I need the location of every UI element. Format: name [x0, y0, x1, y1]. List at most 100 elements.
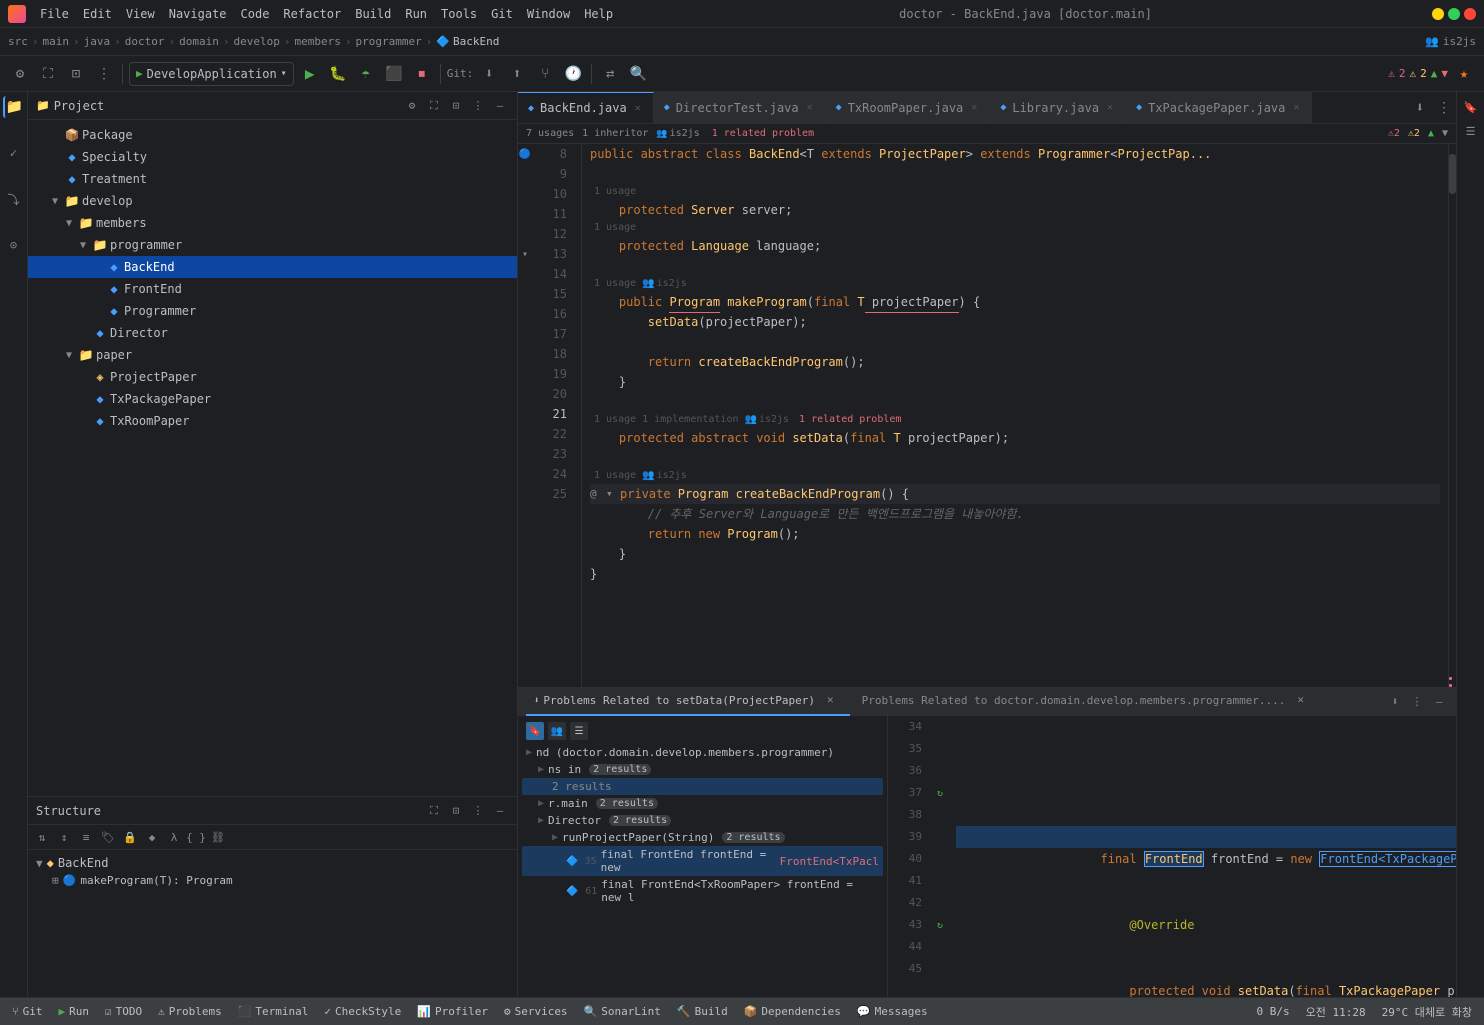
find-item-35[interactable]: 🔷 35 final FrontEnd frontEnd = new Front… — [522, 846, 883, 876]
dependencies-status[interactable]: 📦 Dependencies — [740, 1003, 845, 1020]
tab-library[interactable]: ◆ Library.java ✕ — [990, 92, 1126, 124]
bottom-close-icon[interactable]: — — [1430, 693, 1448, 711]
menu-help[interactable]: Help — [578, 5, 619, 23]
menu-code[interactable]: Code — [235, 5, 276, 23]
structure-close-icon[interactable]: — — [491, 802, 509, 820]
sort-alpha-icon[interactable]: ⇅ — [32, 827, 52, 847]
tab-backend-close[interactable]: ✕ — [633, 102, 643, 115]
scrollbar-thumb[interactable] — [1449, 154, 1456, 194]
close-button[interactable]: ✕ — [1464, 8, 1476, 20]
breadcrumb-doctor[interactable]: doctor — [125, 35, 165, 48]
messages-status[interactable]: 💬 Messages — [853, 1003, 932, 1020]
bottom-more-icon[interactable]: ⋮ — [1408, 693, 1426, 711]
structure-more-icon[interactable]: ⋮ — [469, 802, 487, 820]
tree-item-treatment[interactable]: ◆ Treatment — [28, 168, 517, 190]
tab-scroll-down[interactable]: ⬇ — [1408, 96, 1432, 120]
diamond-icon[interactable]: ◆ — [142, 827, 162, 847]
editor-scrollbar[interactable] — [1448, 144, 1456, 687]
git-branch[interactable]: ⑂ — [533, 62, 557, 86]
debug-button[interactable]: 🐛 — [326, 62, 350, 86]
settings-icon[interactable]: ★ — [1452, 62, 1476, 86]
git-push[interactable]: ⬆ — [505, 62, 529, 86]
tree-item-programmer-class[interactable]: ◆ Programmer — [28, 300, 517, 322]
run-status[interactable]: ▶ Run — [54, 1003, 93, 1020]
tree-item-txroompaper[interactable]: ◆ TxRoomPaper — [28, 410, 517, 432]
profile-button[interactable]: ⬛ — [382, 62, 406, 86]
run-button[interactable]: ▶ — [298, 62, 322, 86]
menu-tools[interactable]: Tools — [435, 5, 483, 23]
people-icon[interactable]: 👥 — [1425, 35, 1439, 48]
github-icon[interactable]: ⊙ — [3, 234, 25, 256]
find-item-2results[interactable]: 2 results — [522, 778, 883, 795]
tab-txpackagepaper-close[interactable]: ✕ — [1291, 101, 1301, 114]
code-content[interactable]: public abstract class BackEnd<T extends … — [582, 144, 1448, 687]
todo-status[interactable]: ☑ TODO — [101, 1003, 146, 1020]
pull-requests-icon[interactable]: ⤵ — [3, 188, 25, 210]
find-item-61[interactable]: 🔷 61 final FrontEnd<TxRoomPaper> frontEn… — [522, 876, 883, 906]
expand-icon[interactable]: ⛶ — [36, 62, 60, 86]
find-item-nsin[interactable]: ▶ ns in 2 results — [522, 761, 883, 778]
bottom-tab-setdata[interactable]: ⬇ Problems Related to setData(ProjectPap… — [526, 688, 850, 716]
tag-icon[interactable]: 🏷 — [98, 827, 118, 847]
tab-directortest-close[interactable]: ✕ — [805, 101, 815, 114]
panel-close-icon[interactable]: — — [491, 97, 509, 115]
git-update[interactable]: ⬇ — [477, 62, 501, 86]
translate-icon[interactable]: ⇄ — [598, 62, 622, 86]
run-config-dropdown[interactable]: ▶ DevelopApplication ▾ — [129, 62, 294, 86]
tab-txroompaper-close[interactable]: ✕ — [969, 101, 979, 114]
breadcrumb-programmer[interactable]: programmer — [355, 35, 421, 48]
down-nav-icon[interactable]: ▼ — [1442, 128, 1448, 139]
structure-right-icon[interactable]: ☰ — [1460, 120, 1482, 142]
menu-build[interactable]: Build — [349, 5, 397, 23]
tree-item-programmer[interactable]: ▼ 📁 programmer — [28, 234, 517, 256]
struct-makeprogram[interactable]: ⊞ 🔵 makeProgram(T): Program — [32, 872, 513, 889]
structure-shrink-icon[interactable]: ⊡ — [447, 802, 465, 820]
menu-git[interactable]: Git — [485, 5, 519, 23]
project-icon[interactable]: 📁 — [3, 96, 25, 118]
tree-item-develop[interactable]: ▼ 📁 develop — [28, 190, 517, 212]
breadcrumb-members[interactable]: members — [294, 35, 340, 48]
link-icon[interactable]: ⛓ — [208, 827, 228, 847]
profiler-status[interactable]: 📊 Profiler — [413, 1003, 492, 1020]
filter-icon[interactable]: ≡ — [76, 827, 96, 847]
tab-more[interactable]: ⋮ — [1432, 96, 1456, 120]
menu-refactor[interactable]: Refactor — [277, 5, 347, 23]
breadcrumb-backend[interactable]: BackEnd — [453, 35, 499, 48]
lock-icon[interactable]: 🔒 — [120, 827, 140, 847]
panel-more-icon[interactable]: ⋮ — [469, 97, 487, 115]
find-item-nd[interactable]: ▶ nd (doctor.domain.develop.members.prog… — [522, 744, 883, 761]
tree-item-director[interactable]: ◆ Director — [28, 322, 517, 344]
gutter-collapse-13[interactable]: ▾ — [522, 244, 528, 264]
menu-file[interactable]: File — [34, 5, 75, 23]
stop-button[interactable]: ⏹ — [410, 62, 434, 86]
tree-item-specialty[interactable]: ◆ Specialty — [28, 146, 517, 168]
menu-window[interactable]: Window — [521, 5, 576, 23]
build-status[interactable]: 🔨 Build — [673, 1003, 732, 1020]
git-status[interactable]: ⑂ Git — [8, 1003, 46, 1020]
tree-item-package[interactable]: 📦 Package — [28, 124, 517, 146]
git-history[interactable]: 🕐 — [561, 62, 585, 86]
checkstyle-status[interactable]: ✓ CheckStyle — [320, 1003, 405, 1020]
up-nav-icon[interactable]: ▲ — [1428, 128, 1434, 139]
tab-backend[interactable]: ◆ BackEnd.java ✕ — [518, 92, 654, 124]
tree-item-txpackagepaper[interactable]: ◆ TxPackagePaper — [28, 388, 517, 410]
maximize-button[interactable]: □ — [1448, 8, 1460, 20]
tree-item-frontend[interactable]: ◆ FrontEnd — [28, 278, 517, 300]
bottom-nav-down[interactable]: ⬇ — [1386, 693, 1404, 711]
coverage-button[interactable]: ☂ — [354, 62, 378, 86]
bookmarks-right-icon[interactable]: 🔖 — [1460, 96, 1482, 118]
struct-root[interactable]: ▼ ◆ BackEnd — [32, 854, 513, 872]
terminal-status[interactable]: ⬛ Terminal — [234, 1003, 313, 1020]
breadcrumb-java[interactable]: java — [84, 35, 111, 48]
tab-directortest[interactable]: ◆ DirectorTest.java ✕ — [654, 92, 826, 124]
menu-navigate[interactable]: Navigate — [163, 5, 233, 23]
services-status[interactable]: ⚙ Services — [500, 1003, 572, 1020]
tab-library-close[interactable]: ✕ — [1105, 101, 1115, 114]
panel-settings-icon[interactable]: ⚙ — [403, 97, 421, 115]
breadcrumb-develop[interactable]: develop — [234, 35, 280, 48]
menu-edit[interactable]: Edit — [77, 5, 118, 23]
tab-txroompaper[interactable]: ◆ TxRoomPaper.java ✕ — [826, 92, 991, 124]
tree-item-projectpaper[interactable]: ◈ ProjectPaper — [28, 366, 517, 388]
find-item-director[interactable]: ▶ Director 2 results — [522, 812, 883, 829]
search-button[interactable]: 🔍 — [626, 62, 650, 86]
